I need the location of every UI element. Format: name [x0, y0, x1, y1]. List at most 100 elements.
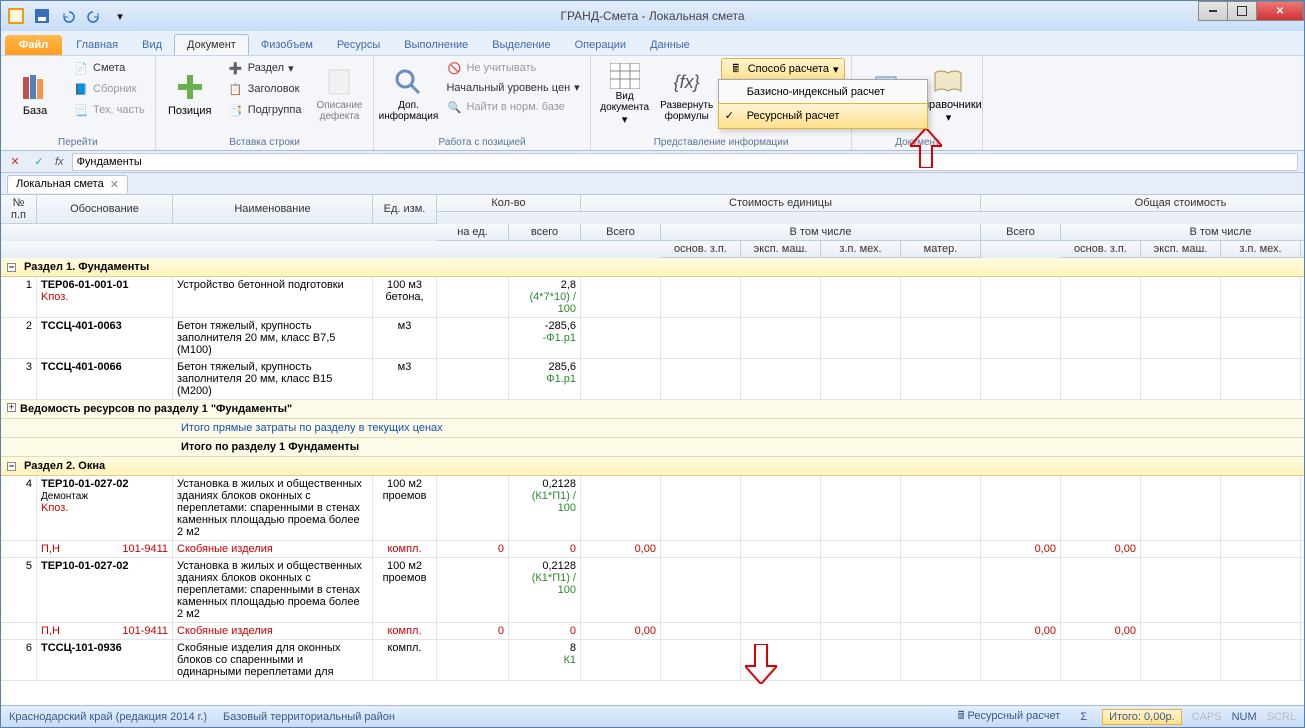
- tab-phys[interactable]: Физобъем: [249, 35, 325, 55]
- viddoc-button[interactable]: Вид документа ▾: [597, 58, 653, 126]
- collapse-icon[interactable]: −: [7, 263, 16, 272]
- table-row[interactable]: 5 ТЕР10-01-027-02 Установка в жилых и об…: [1, 558, 1304, 623]
- ref-button[interactable]: Справочники ▾: [920, 58, 976, 126]
- col-np[interactable]: № п.п: [1, 195, 37, 224]
- find-button[interactable]: 🔍Найти в норм. базе: [442, 97, 583, 117]
- smeta-button[interactable]: 📄Смета: [69, 58, 149, 78]
- method-opt-resource[interactable]: ✓ Ресурсный расчет: [718, 103, 928, 129]
- defect-desc-button[interactable]: Описание дефекта: [311, 58, 367, 126]
- col-zpmex1[interactable]: з.п. мех.: [821, 241, 901, 258]
- col-zpmex2[interactable]: з.п. мех.: [1221, 241, 1301, 258]
- section-2[interactable]: −Раздел 2. Окна: [1, 457, 1304, 476]
- table-row[interactable]: П,Н101-9411 Скобяные изделия компл. 0 0 …: [1, 623, 1304, 640]
- col-osn2[interactable]: основ. з.п.: [1061, 241, 1141, 258]
- status-region[interactable]: Краснодарский край (редакция 2014 г.): [9, 711, 207, 723]
- razdel-button[interactable]: ➕Раздел ▾: [224, 58, 306, 78]
- ribbon-tabs: Файл Главная Вид Документ Физобъем Ресур…: [1, 31, 1304, 55]
- col-mater2[interactable]: матер.: [1301, 241, 1304, 258]
- grid: № п.п Обоснование Наименование Ед. изм. …: [1, 195, 1304, 705]
- accept-icon[interactable]: ✓: [31, 154, 47, 170]
- qat-app-icon[interactable]: [5, 5, 27, 27]
- header-button[interactable]: 📋Заголовок: [224, 79, 306, 99]
- document-tab-bar: Локальная смета ✕: [1, 173, 1304, 195]
- tab-execution[interactable]: Выполнение: [392, 35, 480, 55]
- tech-button[interactable]: 📃Тех. часть: [69, 100, 149, 120]
- base-button[interactable]: База: [7, 58, 63, 126]
- col-kolvsego[interactable]: всего: [509, 224, 581, 241]
- resources-summary[interactable]: +Ведомость ресурсов по разделу 1 "Фундам…: [1, 400, 1304, 419]
- minimize-button[interactable]: [1198, 1, 1228, 21]
- expand-icon[interactable]: +: [7, 403, 16, 412]
- plus-icon: [174, 71, 206, 103]
- cancel-icon[interactable]: ✕: [7, 154, 23, 170]
- col-stoed[interactable]: Стоимость единицы: [581, 195, 981, 212]
- subtotal-row[interactable]: Итого прямые затраты по разделу в текущи…: [1, 419, 1304, 438]
- collapse-icon[interactable]: −: [7, 462, 16, 471]
- close-tab-icon[interactable]: ✕: [110, 178, 119, 191]
- fx-label: fx: [55, 156, 64, 168]
- method-opt-basic[interactable]: Базисно-индексный расчет: [719, 80, 927, 104]
- table-row[interactable]: 4 ТЕР10-01-027-02ДемонтажKпоз. Установка…: [1, 476, 1304, 541]
- section-1[interactable]: −Раздел 1. Фундаменты: [1, 258, 1304, 277]
- status-calc[interactable]: 🖩 Ресурсный расчет: [953, 705, 1065, 728]
- col-obst[interactable]: Общая стоимость: [981, 195, 1304, 212]
- tab-document[interactable]: Документ: [174, 34, 249, 55]
- position-button[interactable]: Позиция: [162, 58, 218, 126]
- col-eksp2[interactable]: эксп. маш.: [1141, 241, 1221, 258]
- col-obos[interactable]: Обоснование: [37, 195, 173, 224]
- level-button[interactable]: Начальный уровень цен ▾: [442, 79, 583, 96]
- status-sum[interactable]: Σ: [1075, 709, 1092, 725]
- subtotal-row[interactable]: Итого по разделу 1 Фундаменты: [1, 438, 1304, 457]
- sbornik-button[interactable]: 📘Сборник: [69, 79, 149, 99]
- maximize-button[interactable]: [1227, 1, 1257, 21]
- caps-indicator: CAPS: [1192, 711, 1222, 723]
- col-vsego2[interactable]: Всего: [981, 224, 1061, 241]
- tab-selection[interactable]: Выделение: [480, 35, 562, 55]
- col-vtom1[interactable]: В том числе: [661, 224, 981, 241]
- col-naim[interactable]: Наименование: [173, 195, 373, 224]
- doc-icon: 📄: [73, 60, 89, 76]
- col-vsego1[interactable]: Всего: [581, 224, 661, 241]
- col-eksp1[interactable]: эксп. маш.: [741, 241, 821, 258]
- tab-view[interactable]: Вид: [130, 35, 174, 55]
- col-kolvo[interactable]: Кол-во: [437, 195, 581, 212]
- col-ed[interactable]: Ед. изм.: [373, 195, 437, 224]
- qat-save-icon[interactable]: [31, 5, 53, 27]
- table-row[interactable]: 1 ТЕР06-01-001-01Kпоз. Устройство бетонн…: [1, 277, 1304, 318]
- ribbon: База 📄Смета 📘Сборник 📃Тех. часть Перейти…: [1, 55, 1304, 151]
- group-repr-label: Представление информации: [597, 135, 846, 150]
- tab-operations[interactable]: Операции: [563, 35, 638, 55]
- close-button[interactable]: [1256, 1, 1304, 21]
- document-tab[interactable]: Локальная смета ✕: [7, 175, 128, 193]
- subgroup-button[interactable]: 📑Подгруппа: [224, 100, 306, 120]
- expand-button[interactable]: {fx} Развернуть формулы: [659, 58, 715, 126]
- col-kolna[interactable]: на ед.: [437, 224, 509, 241]
- col-mater1[interactable]: матер.: [901, 241, 981, 258]
- table-row[interactable]: 2 ТССЦ-401-0063 Бетон тяжелый, крупность…: [1, 318, 1304, 359]
- tab-file[interactable]: Файл: [5, 35, 62, 55]
- scrl-indicator: SCRL: [1267, 711, 1296, 723]
- table-row[interactable]: 3 ТССЦ-401-0066 Бетон тяжелый, крупность…: [1, 359, 1304, 400]
- formula-input[interactable]: [72, 153, 1298, 171]
- book-icon: 📘: [73, 81, 89, 97]
- col-vtom2[interactable]: В том числе: [1061, 224, 1304, 241]
- method-button[interactable]: 🖩 Способ расчета ▾: [721, 58, 846, 80]
- table-icon: [609, 62, 641, 89]
- table-row[interactable]: П,Н 101-9411 Скобяные изделия компл. 0 0…: [1, 541, 1304, 558]
- qat-undo-icon[interactable]: [57, 5, 79, 27]
- tab-resources[interactable]: Ресурсы: [325, 35, 392, 55]
- table-row[interactable]: 6 ТССЦ-101-0936 Скобяные изделия для око…: [1, 640, 1304, 681]
- fx-icon: {fx}: [671, 66, 703, 98]
- notcount-button[interactable]: 🚫Не учитывать: [442, 58, 583, 78]
- status-zone[interactable]: Базовый территориальный район: [223, 711, 395, 723]
- qat-redo-icon[interactable]: [83, 5, 105, 27]
- col-osn1[interactable]: основ. з.п.: [661, 241, 741, 258]
- subgroup-icon: 📑: [228, 102, 244, 118]
- tab-data[interactable]: Данные: [638, 35, 702, 55]
- method-dropdown: Базисно-индексный расчет ✓ Ресурсный рас…: [718, 79, 928, 129]
- tab-main[interactable]: Главная: [64, 35, 130, 55]
- qat-dropdown-icon[interactable]: ▾: [109, 5, 131, 27]
- titlebar: ▾ ГРАНД-Смета - Локальная смета: [1, 1, 1304, 31]
- dopinfo-button[interactable]: Доп. информация: [380, 58, 436, 126]
- status-total[interactable]: Итого: 0,00р.: [1102, 709, 1182, 725]
